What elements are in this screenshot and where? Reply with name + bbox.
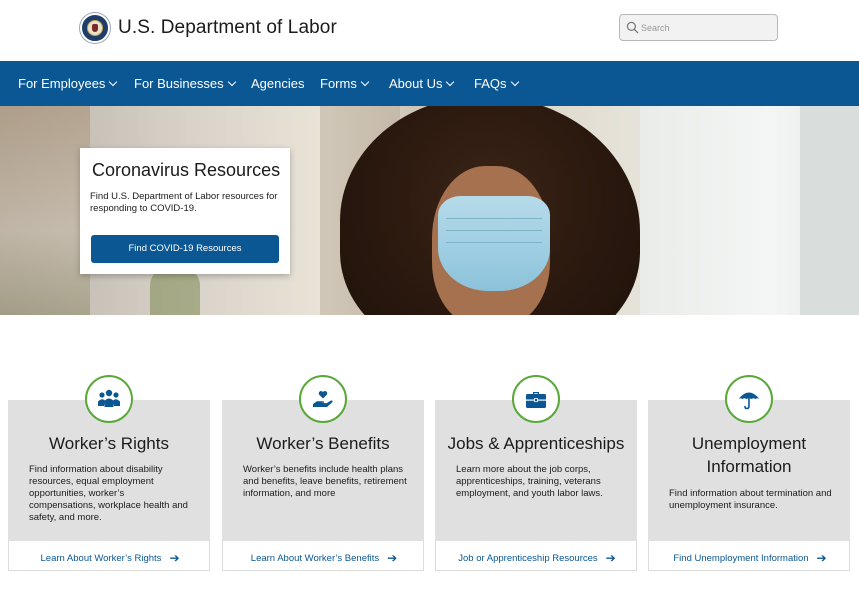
hero-photo-mask-pleat bbox=[446, 230, 542, 231]
nav-item-about-us[interactable]: About Us bbox=[389, 61, 455, 106]
coronavirus-card-description: Find U.S. Department of Labor resources … bbox=[90, 191, 278, 214]
nav-item-forms[interactable]: Forms bbox=[320, 61, 370, 106]
card-title: Unemployment Information bbox=[691, 434, 807, 476]
card-title: Jobs & Apprenticeships bbox=[447, 434, 625, 453]
chevron-down-icon bbox=[446, 77, 455, 87]
umbrella-icon bbox=[738, 392, 760, 410]
coronavirus-resources-card: Coronavirus Resources Find U.S. Departme… bbox=[80, 148, 290, 274]
card-workers-rights: Worker’s Rights Find information about d… bbox=[8, 375, 210, 571]
arrow-right-icon: ➔ bbox=[605, 551, 616, 565]
card-link-label: Learn About Worker’s Rights bbox=[40, 553, 162, 564]
group-icon bbox=[98, 389, 120, 407]
card-icon-ring bbox=[725, 375, 773, 423]
card-icon-ring bbox=[85, 375, 133, 423]
card-footer: Learn About Worker’s Rights ➔ bbox=[8, 541, 210, 571]
hero-photo-face-mask bbox=[438, 196, 550, 291]
nav-label: About Us bbox=[389, 76, 443, 91]
job-apprenticeship-resources-link[interactable]: Job or Apprenticeship Resources ➔ bbox=[436, 550, 638, 565]
hand-heart-icon bbox=[313, 391, 333, 407]
nav-label: For Employees bbox=[18, 76, 106, 91]
card-description: Find information about termination and u… bbox=[669, 488, 832, 511]
card-title: Worker’s Benefits bbox=[256, 434, 390, 453]
nav-label: Agencies bbox=[251, 76, 305, 91]
learn-about-workers-rights-link[interactable]: Learn About Worker’s Rights ➔ bbox=[9, 550, 211, 565]
card-footer: Find Unemployment Information ➔ bbox=[648, 541, 850, 571]
hero-photo-mask-pleat bbox=[446, 218, 542, 219]
site-title[interactable]: U.S. Department of Labor bbox=[118, 17, 337, 39]
chevron-down-icon bbox=[227, 77, 236, 87]
hero-background-pillar bbox=[800, 106, 859, 315]
find-covid-resources-button[interactable]: Find COVID-19 Resources bbox=[91, 235, 279, 263]
nav-label: FAQs bbox=[474, 76, 507, 91]
chevron-down-icon bbox=[360, 77, 370, 87]
arrow-right-icon: ➔ bbox=[387, 551, 398, 565]
card-description: Find information about disability resour… bbox=[29, 464, 188, 523]
arrow-right-icon: ➔ bbox=[169, 551, 180, 565]
card-icon-ring bbox=[299, 375, 347, 423]
search-input[interactable] bbox=[641, 19, 771, 37]
card-icon-ring bbox=[512, 375, 560, 423]
card-link-label: Job or Apprenticeship Resources bbox=[458, 553, 598, 564]
site-header: U.S. Department of Labor bbox=[0, 0, 859, 61]
card-footer: Job or Apprenticeship Resources ➔ bbox=[435, 541, 637, 571]
chevron-down-icon bbox=[510, 77, 519, 87]
card-link-label: Find Unemployment Information bbox=[673, 553, 809, 564]
nav-item-agencies[interactable]: Agencies bbox=[251, 61, 304, 106]
card-description: Worker’s benefits include health plans a… bbox=[243, 464, 407, 499]
nav-item-faqs[interactable]: FAQs bbox=[474, 61, 519, 106]
briefcase-icon bbox=[526, 392, 546, 408]
coronavirus-card-title: Coronavirus Resources bbox=[92, 160, 281, 180]
nav-item-for-employees[interactable]: For Employees bbox=[18, 61, 118, 106]
arrow-right-icon: ➔ bbox=[816, 551, 827, 565]
department-seal-logo[interactable] bbox=[80, 13, 110, 43]
card-jobs-apprenticeships: Jobs & Apprenticeships Learn more about … bbox=[435, 375, 637, 571]
card-title: Worker’s Rights bbox=[49, 434, 169, 453]
learn-about-workers-benefits-link[interactable]: Learn About Worker’s Benefits ➔ bbox=[223, 550, 425, 565]
search-box[interactable] bbox=[619, 14, 778, 41]
search-icon[interactable] bbox=[626, 21, 639, 34]
chevron-down-icon bbox=[109, 77, 118, 87]
hero-background-blur bbox=[0, 106, 90, 315]
card-unemployment-information: Unemployment Information Find informatio… bbox=[648, 375, 850, 571]
card-link-label: Learn About Worker’s Benefits bbox=[250, 553, 380, 564]
main-nav: For Employees For Businesses Agencies Fo… bbox=[0, 61, 859, 106]
nav-item-for-businesses[interactable]: For Businesses bbox=[134, 61, 236, 106]
card-workers-benefits: Worker’s Benefits Worker’s benefits incl… bbox=[222, 375, 424, 571]
card-description: Learn more about the job corps, apprenti… bbox=[456, 464, 603, 499]
nav-label: For Businesses bbox=[134, 76, 224, 91]
find-unemployment-information-link[interactable]: Find Unemployment Information ➔ bbox=[649, 550, 851, 565]
card-footer: Learn About Worker’s Benefits ➔ bbox=[222, 541, 424, 571]
hero-photo-mask-pleat bbox=[446, 242, 542, 243]
nav-label: Forms bbox=[320, 76, 357, 91]
